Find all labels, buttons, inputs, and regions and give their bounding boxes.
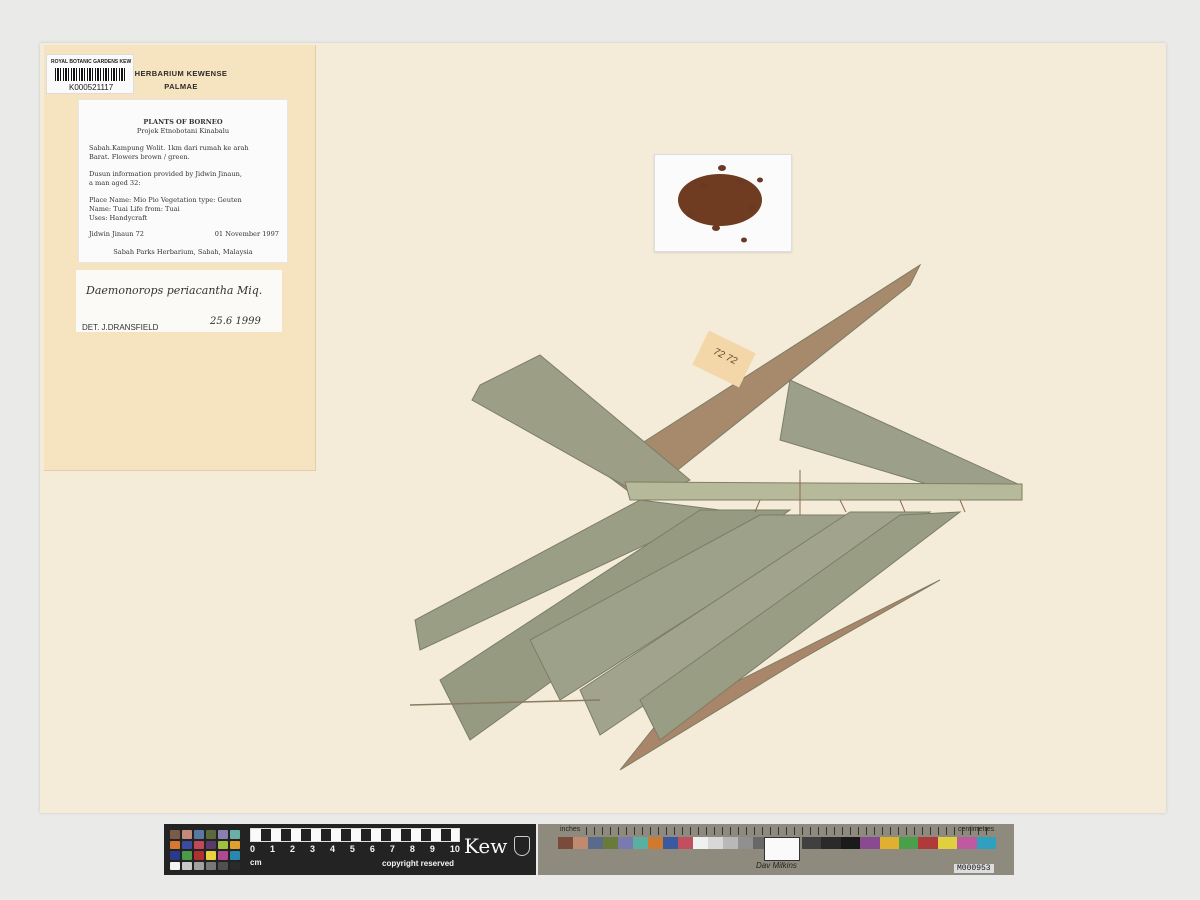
grey-scale xyxy=(558,837,768,849)
color-reference-bar: 01 23 45 67 89 10 cm copyright reserved … xyxy=(164,824,536,875)
ruler-ticks: 01 23 45 67 89 10 xyxy=(250,844,460,854)
rachis xyxy=(624,481,1023,501)
color-patches xyxy=(802,837,997,849)
cm-ruler xyxy=(250,828,460,842)
color-chips xyxy=(170,830,240,870)
fine-ruler xyxy=(586,827,994,835)
ruler-unit: cm xyxy=(250,858,262,867)
copyright-text: copyright reserved xyxy=(382,859,455,868)
scale-id: M000953 xyxy=(954,864,994,873)
seeds xyxy=(678,165,763,243)
signature: Dav Milkins xyxy=(756,861,797,870)
scale-bar: inches centimetres Dav Milkins M000953 xyxy=(538,824,1014,875)
kew-logo: Kew xyxy=(464,834,508,858)
crest-icon xyxy=(514,836,530,856)
resolution-target xyxy=(764,837,800,861)
inches-label: inches xyxy=(560,826,581,833)
palm-specimen xyxy=(409,165,1023,771)
